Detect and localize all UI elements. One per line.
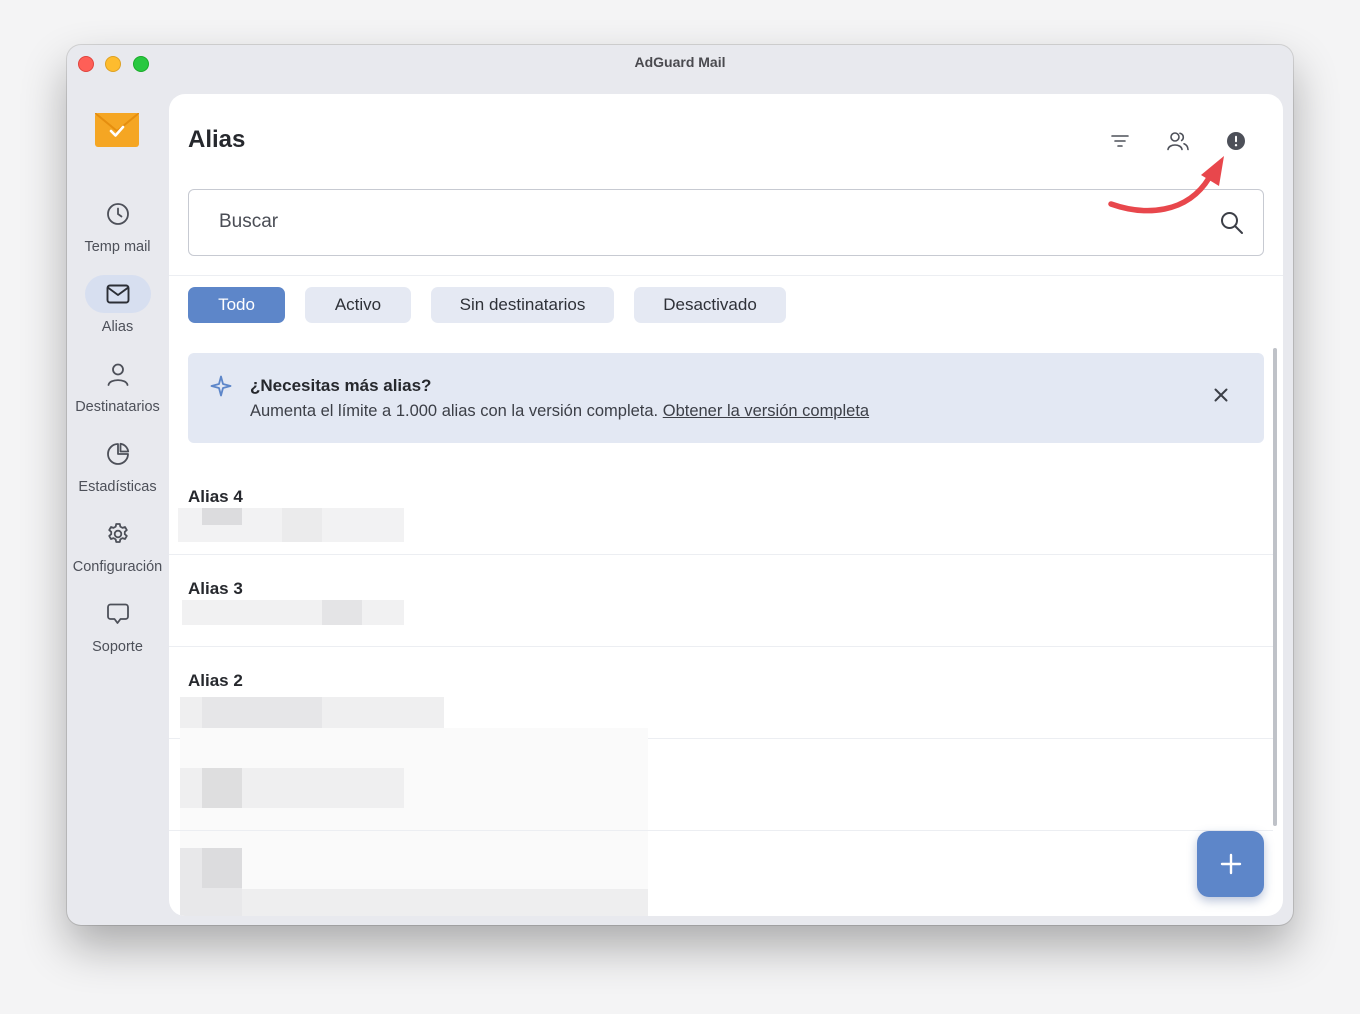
alias-name: Alias 2 bbox=[188, 671, 243, 690]
info-icon[interactable] bbox=[1223, 128, 1249, 154]
sidebar-item-alias[interactable]: Alias bbox=[67, 275, 168, 345]
scrollbar[interactable] bbox=[1273, 348, 1277, 826]
redacted-address bbox=[202, 508, 242, 525]
close-icon[interactable] bbox=[1212, 386, 1230, 404]
users-icon[interactable] bbox=[1165, 128, 1191, 154]
title-bar: AdGuard Mail bbox=[67, 45, 1293, 81]
sidebar: Temp mail Alias Destinatarios Estadístic… bbox=[67, 81, 168, 925]
app-window: AdGuard Mail Temp mail Alias Destinatari… bbox=[67, 45, 1293, 925]
redacted-address bbox=[322, 600, 362, 625]
banner-message: Aumenta el límite a 1.000 alias con la v… bbox=[250, 402, 659, 420]
sidebar-item-label: Soporte bbox=[92, 639, 143, 655]
row-divider bbox=[169, 646, 1273, 647]
sidebar-item-label: Destinatarios bbox=[75, 399, 160, 415]
alias-name: Alias 4 bbox=[188, 487, 243, 506]
sidebar-item-estadisticas[interactable]: Estadísticas bbox=[67, 435, 168, 505]
plus-icon bbox=[1220, 853, 1241, 875]
main-panel: Alias Buscar Todo Activo Sin destinatari… bbox=[169, 94, 1283, 916]
sidebar-item-configuracion[interactable]: Configuración bbox=[67, 515, 168, 585]
page-title: Alias bbox=[188, 126, 246, 153]
clock-icon bbox=[85, 195, 151, 233]
get-full-version-link[interactable]: Obtener la versión completa bbox=[663, 402, 869, 420]
sidebar-item-label: Temp mail bbox=[84, 239, 151, 255]
redacted-list-item bbox=[180, 728, 648, 916]
redacted-address bbox=[182, 600, 404, 625]
header-divider bbox=[169, 275, 1283, 276]
alias-list-item[interactable]: Alias 3 bbox=[169, 562, 1273, 654]
sidebar-item-destinatarios[interactable]: Destinatarios bbox=[67, 355, 168, 425]
sidebar-item-label: Alias bbox=[101, 319, 134, 335]
filter-icon[interactable] bbox=[1107, 128, 1133, 154]
alias-name: Alias 3 bbox=[188, 579, 243, 598]
upgrade-banner: ¿Necesitas más alias? Aumenta el límite … bbox=[188, 353, 1264, 443]
sidebar-item-label: Configuración bbox=[72, 559, 163, 575]
window-title: AdGuard Mail bbox=[634, 54, 726, 70]
pie-chart-icon bbox=[85, 435, 151, 473]
row-divider bbox=[169, 554, 1273, 555]
add-alias-button[interactable] bbox=[1197, 831, 1264, 897]
filter-chip-todo[interactable]: Todo bbox=[188, 287, 285, 323]
redacted-address bbox=[202, 697, 322, 728]
search-box bbox=[188, 189, 1264, 256]
search-icon[interactable] bbox=[1219, 210, 1245, 236]
gear-icon bbox=[85, 515, 151, 553]
redacted-address bbox=[202, 768, 242, 808]
alias-list-item[interactable]: Alias 4 bbox=[169, 470, 1273, 562]
filter-chip-activo[interactable]: Activo bbox=[305, 287, 411, 323]
search-input[interactable] bbox=[219, 190, 1179, 254]
sidebar-item-soporte[interactable]: Soporte bbox=[67, 595, 168, 665]
redacted-address bbox=[282, 508, 322, 542]
banner-text: Aumenta el límite a 1.000 alias con la v… bbox=[250, 402, 869, 421]
banner-title: ¿Necesitas más alias? bbox=[250, 376, 432, 395]
sidebar-item-temp-mail[interactable]: Temp mail bbox=[67, 195, 168, 265]
row-divider bbox=[169, 830, 1273, 831]
envelope-icon bbox=[84, 275, 151, 313]
filter-chip-desactivado[interactable]: Desactivado bbox=[634, 287, 786, 323]
redacted-address bbox=[202, 848, 242, 888]
filter-chip-sin-destinatarios[interactable]: Sin destinatarios bbox=[431, 287, 614, 323]
sidebar-item-label: Estadísticas bbox=[78, 479, 157, 495]
person-icon bbox=[85, 355, 151, 393]
adguard-mail-logo[interactable] bbox=[95, 113, 139, 147]
chat-bubble-icon bbox=[85, 595, 151, 633]
redacted-address bbox=[242, 889, 648, 916]
sparkle-icon bbox=[210, 375, 232, 402]
